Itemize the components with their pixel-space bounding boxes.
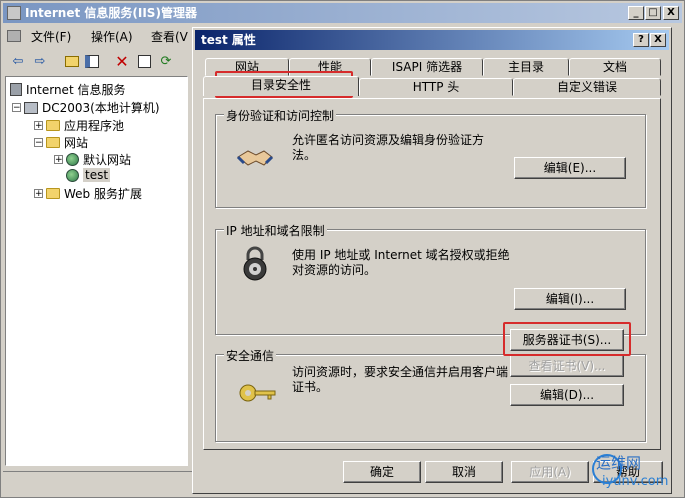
tree-node-websites[interactable]: − 网站 <box>34 134 88 151</box>
collapse-icon[interactable]: − <box>34 138 43 148</box>
iis-app-icon <box>7 6 21 20</box>
menu-view[interactable]: 查看(V <box>151 28 188 45</box>
delete-icon[interactable]: ✕ <box>113 52 131 71</box>
ip-group-label: IP 地址和域名限制 <box>224 222 327 239</box>
tree-label-app-pools: 应用程序池 <box>64 119 125 133</box>
minimize-button[interactable]: _ <box>628 6 644 20</box>
toolbar: ⇦ ⇨ ✕ ⟳ <box>3 49 195 73</box>
computer-icon <box>24 101 38 114</box>
ip-description: 使用 IP 地址或 Internet 域名授权或拒绝对资源的访问。 <box>292 248 510 277</box>
main-titlebar[interactable]: Internet 信息服务(IIS)管理器 _ □ X <box>3 3 682 23</box>
secure-description: 访问资源时，要求安全通信并启用客户端证书。 <box>292 365 509 394</box>
dialog-titlebar[interactable]: test 属性 ? X <box>195 30 669 50</box>
globe-icon <box>66 168 79 182</box>
show-tree-icon[interactable] <box>83 52 101 70</box>
expand-icon[interactable]: + <box>34 121 43 131</box>
test-properties-dialog: test 属性 ? X 网站 性能 ISAPI 筛选器 主目录 文档 目录安全性… <box>192 27 672 494</box>
tree-label-web-ext: Web 服务扩展 <box>64 187 142 201</box>
auth-edit-button[interactable]: 编辑(E)... <box>514 157 626 179</box>
status-bar <box>3 471 193 494</box>
dialog-title: test 属性 <box>201 33 256 47</box>
tab-isapi-filters[interactable]: ISAPI 筛选器 <box>371 58 483 76</box>
apply-button[interactable]: 应用(A) <box>511 461 589 483</box>
tree-node-web-ext[interactable]: + Web 服务扩展 <box>34 185 142 202</box>
tree-node-test-site[interactable]: test <box>66 168 111 182</box>
help-title-button[interactable]: ? <box>633 33 649 47</box>
refresh-icon[interactable]: ⟳ <box>157 52 175 70</box>
watermark: 运维网 iyunv.com <box>590 452 682 496</box>
ip-edit-button[interactable]: 编辑(I)... <box>514 288 626 310</box>
tree-label-computer: DC2003(本地计算机) <box>42 101 160 115</box>
tab-custom-errors[interactable]: 自定义错误 <box>513 78 661 96</box>
tab-http-headers[interactable]: HTTP 头 <box>359 78 513 96</box>
tree-view: Internet 信息服务 − DC2003(本地计算机) + 应用程序池 − … <box>5 76 188 466</box>
auth-access-group: 身份验证和访问控制 允许匿名访问资源及编辑身份验证方法。 编辑(E)... <box>215 107 646 208</box>
secure-group-label: 安全通信 <box>224 347 277 364</box>
folder-icon <box>46 120 60 131</box>
tree-label-root: Internet 信息服务 <box>26 83 126 97</box>
tab-directory-security[interactable]: 目录安全性 <box>203 76 359 96</box>
handshake-icon <box>236 143 274 171</box>
menu-bar: 文件(F) 操作(A) 查看(V <box>1 25 201 47</box>
auth-description: 允许匿名访问资源及编辑身份验证方法。 <box>292 133 485 162</box>
dialog-close-button[interactable]: X <box>650 33 666 47</box>
tab-documents[interactable]: 文档 <box>569 58 661 76</box>
padlock-icon <box>240 246 270 282</box>
expand-icon[interactable]: + <box>34 189 43 199</box>
tab-performance[interactable]: 性能 <box>289 58 371 76</box>
tab-home-directory[interactable]: 主目录 <box>483 58 569 76</box>
ip-restrictions-group: IP 地址和域名限制 使用 IP 地址或 Internet 域名授权或拒绝对资源… <box>215 222 646 335</box>
collapse-icon[interactable]: − <box>12 103 21 113</box>
cancel-button[interactable]: 取消 <box>425 461 503 483</box>
ok-button[interactable]: 确定 <box>343 461 421 483</box>
up-folder-icon[interactable] <box>63 52 81 70</box>
iis-server-icon <box>10 83 22 96</box>
tree-node-default-site[interactable]: + 默认网站 <box>54 151 131 168</box>
tree-label-websites: 网站 <box>64 136 89 150</box>
tree-node-iis-root[interactable]: Internet 信息服务 <box>10 81 125 98</box>
close-button[interactable]: X <box>663 6 679 20</box>
expand-icon[interactable]: + <box>54 155 63 165</box>
folder-icon <box>46 137 60 148</box>
forward-arrow-icon[interactable]: ⇨ <box>31 52 49 70</box>
app-menu-icon[interactable] <box>7 30 21 42</box>
main-window-title: Internet 信息服务(IIS)管理器 <box>25 6 197 20</box>
tree-node-computer[interactable]: − DC2003(本地计算机) <box>12 99 160 116</box>
restore-button[interactable]: □ <box>645 6 661 20</box>
folder-icon <box>46 188 60 199</box>
watermark-line1: 运维网 <box>596 454 642 472</box>
menu-action[interactable]: 操作(A) <box>91 28 133 45</box>
server-certificate-button[interactable]: 服务器证书(S)... <box>510 329 624 351</box>
tree-label-default-site: 默认网站 <box>83 153 132 167</box>
back-arrow-icon[interactable]: ⇦ <box>9 52 27 70</box>
secure-edit-button[interactable]: 编辑(D)... <box>510 384 624 406</box>
tab-website[interactable]: 网站 <box>205 58 289 76</box>
auth-group-label: 身份验证和访问控制 <box>224 107 337 124</box>
view-certificate-button[interactable]: 查看证书(V)... <box>510 355 624 377</box>
key-icon <box>238 383 278 403</box>
properties-icon[interactable] <box>135 52 153 70</box>
tree-node-app-pools[interactable]: + 应用程序池 <box>34 117 124 134</box>
globe-icon <box>66 153 79 166</box>
tree-label-test-site: test <box>83 168 111 182</box>
watermark-line2: iyunv.com <box>602 474 669 489</box>
menu-file[interactable]: 文件(F) <box>31 28 71 45</box>
